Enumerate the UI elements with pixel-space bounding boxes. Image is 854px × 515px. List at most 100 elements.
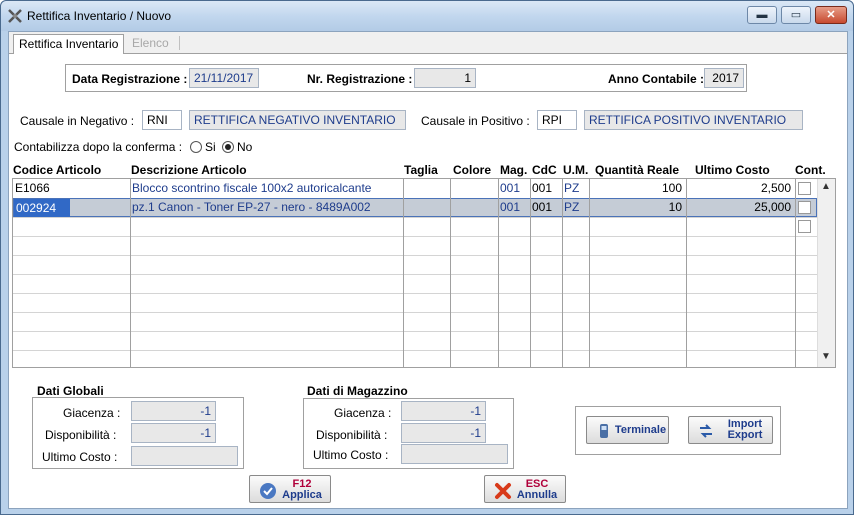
dati-magazzino-title: Dati di Magazzino — [307, 384, 408, 398]
row-divider — [13, 350, 817, 351]
title-bar: Rettifica Inventario / Nuovo ▬ ▭ ✕ — [1, 1, 853, 31]
cell-ultimo-costo[interactable]: 25,000 — [686, 198, 793, 216]
causale-negativo-label: Causale in Negativo : — [20, 114, 135, 128]
col-header-descrizione[interactable]: Descrizione Articolo — [131, 163, 247, 177]
nr-registrazione-label: Nr. Registrazione : — [307, 72, 413, 86]
ultimo-costo-label: Ultimo Costo : — [42, 450, 118, 464]
row-divider — [13, 274, 817, 275]
giacenza-label: Giacenza : — [63, 406, 121, 420]
row-divider — [13, 293, 817, 294]
cell-quantita[interactable]: 10 — [589, 198, 684, 216]
row-divider — [13, 331, 817, 332]
tab-bar: Rettifica Inventario Elenco — [9, 32, 847, 54]
application-window: Rettifica Inventario / Nuovo ▬ ▭ ✕ Retti… — [0, 0, 854, 515]
cell-ultimo-costo[interactable]: 2,500 — [686, 179, 793, 197]
import-export-button[interactable]: Import Export — [688, 416, 773, 444]
col-header-cdc[interactable]: CdC — [532, 163, 557, 177]
row-divider — [13, 236, 817, 237]
data-registrazione-label: Data Registrazione : — [72, 72, 188, 86]
articles-grid: E1066 Blocco scontrino fiscale 100x2 aut… — [12, 178, 836, 368]
applica-button[interactable]: F12 Applica — [249, 475, 331, 503]
annulla-label: Annulla — [516, 489, 558, 501]
applica-label: Applica — [282, 489, 322, 501]
contabilizza-si-radio[interactable] — [190, 141, 202, 153]
disponibilita-magazzino-field: -1 — [401, 423, 486, 443]
giacenza-magazzino-field: -1 — [401, 401, 486, 421]
cell-codice[interactable]: 002924 — [14, 199, 70, 217]
col-header-cont[interactable]: Cont. — [795, 163, 826, 177]
ultimo-costo-label: Ultimo Costo : — [313, 448, 389, 462]
export-label: Export — [727, 429, 763, 441]
contabilizza-si-label: Si — [205, 140, 216, 154]
col-divider — [450, 179, 451, 367]
col-header-colore[interactable]: Colore — [453, 163, 491, 177]
scroll-up-icon[interactable]: ▲ — [821, 181, 831, 192]
cell-um[interactable]: PZ — [562, 198, 589, 216]
import-export-icon — [700, 424, 712, 438]
tab-rettifica-inventario[interactable]: Rettifica Inventario — [13, 34, 125, 54]
cell-quantita[interactable]: 100 — [589, 179, 684, 197]
col-header-codice[interactable]: Codice Articolo — [13, 163, 101, 177]
app-icon — [8, 9, 22, 23]
nr-registrazione-field[interactable]: 1 — [414, 68, 476, 88]
col-header-um[interactable]: U.M. — [563, 163, 588, 177]
row-divider — [13, 255, 817, 256]
causale-positivo-desc-field: RETTIFICA POSITIVO INVENTARIO — [584, 110, 803, 130]
cont-checkbox[interactable] — [798, 201, 811, 214]
tab-elenco[interactable]: Elenco — [127, 34, 174, 54]
col-header-taglia[interactable]: Taglia — [404, 163, 438, 177]
giacenza-globale-field: -1 — [131, 401, 216, 421]
anno-contabile-field[interactable]: 2017 — [704, 68, 744, 88]
annulla-button[interactable]: ESC Annulla — [484, 475, 566, 503]
data-registrazione-field[interactable]: 21/11/2017 — [189, 68, 259, 88]
col-header-ultimo-costo[interactable]: Ultimo Costo — [695, 163, 770, 177]
col-header-quantita[interactable]: Quantità Reale — [595, 163, 679, 177]
cancel-x-icon — [495, 483, 511, 499]
maximize-button[interactable]: ▭ — [781, 6, 811, 24]
maximize-icon: ▭ — [790, 9, 802, 21]
cell-um[interactable]: PZ — [562, 179, 589, 197]
col-header-mag[interactable]: Mag. — [500, 163, 527, 177]
terminal-device-icon — [600, 424, 608, 438]
scroll-down-icon[interactable]: ▼ — [821, 351, 831, 362]
contabilizza-no-label: No — [237, 140, 253, 154]
client-area: Rettifica Inventario Elenco Data Registr… — [8, 31, 848, 509]
disponibilita-label: Disponibilità : — [316, 428, 388, 442]
cell-mag[interactable]: 001 — [498, 198, 530, 216]
minimize-button[interactable]: ▬ — [747, 6, 777, 24]
contabilizza-no-radio[interactable] — [222, 141, 234, 153]
cell-descrizione[interactable]: Blocco scontrino fiscale 100x2 autorical… — [130, 179, 403, 197]
row-divider — [13, 217, 817, 218]
ultimo-costo-magazzino-field — [401, 444, 508, 464]
col-divider — [403, 179, 404, 367]
check-circle-icon — [260, 483, 276, 499]
cell-mag[interactable]: 001 — [498, 179, 530, 197]
causale-positivo-label: Causale in Positivo : — [421, 114, 530, 128]
causale-negativo-code-field[interactable]: RNI — [142, 110, 182, 130]
close-button[interactable]: ✕ — [815, 6, 847, 24]
disponibilita-label: Disponibilità : — [45, 428, 117, 442]
cell-descrizione[interactable]: pz.1 Canon - Toner EP-27 - nero - 8489A0… — [130, 198, 403, 216]
terminale-label: Terminale — [614, 424, 667, 436]
anno-contabile-label: Anno Contabile : — [608, 72, 704, 86]
minimize-icon: ▬ — [756, 9, 768, 21]
causale-negativo-desc-field: RETTIFICA NEGATIVO INVENTARIO — [189, 110, 406, 130]
cont-checkbox[interactable] — [798, 220, 811, 233]
close-icon: ✕ — [826, 9, 836, 21]
col-divider — [795, 179, 796, 367]
cell-cdc[interactable]: 001 — [530, 198, 562, 216]
terminale-button[interactable]: Terminale — [586, 416, 669, 444]
disponibilita-globale-field: -1 — [131, 423, 216, 443]
giacenza-label: Giacenza : — [334, 406, 392, 420]
cell-cdc[interactable]: 001 — [530, 179, 562, 197]
cont-checkbox[interactable] — [798, 182, 811, 195]
dati-globali-title: Dati Globali — [37, 384, 104, 398]
vertical-scrollbar[interactable]: ▲ ▼ — [817, 179, 835, 367]
window-title: Rettifica Inventario / Nuovo — [27, 9, 172, 23]
tab-separator — [179, 36, 180, 50]
contabilizza-label: Contabilizza dopo la conferma : — [14, 140, 183, 154]
causale-positivo-code-field[interactable]: RPI — [537, 110, 577, 130]
row-divider — [13, 312, 817, 313]
cell-codice[interactable]: E1066 — [13, 179, 130, 197]
ultimo-costo-globale-field — [131, 446, 238, 466]
